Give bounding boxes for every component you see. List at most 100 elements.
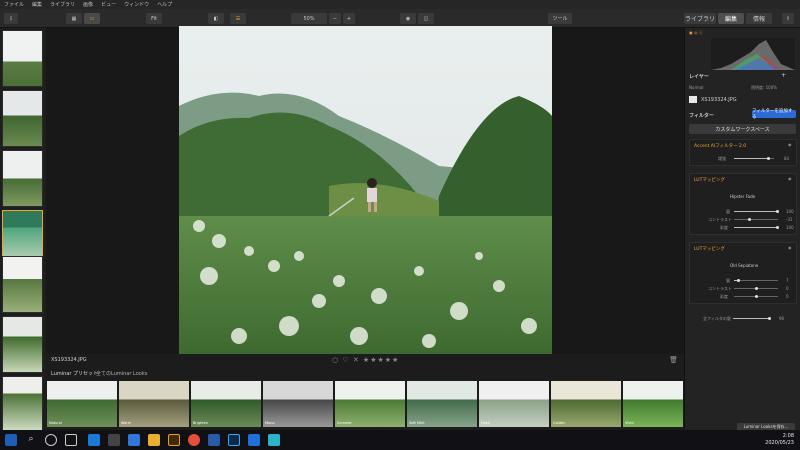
- tab-library[interactable]: ライブラリ: [684, 13, 716, 24]
- layer-name[interactable]: XS193324.JPG: [701, 97, 737, 103]
- zoom-fit-select[interactable]: Fit: [146, 13, 162, 24]
- menu-image[interactable]: 画像: [83, 1, 93, 8]
- main-photo[interactable]: [179, 26, 552, 354]
- blend-mode-select[interactable]: Normal: [689, 85, 703, 90]
- preset-thumbnail[interactable]: Natural: [47, 381, 117, 427]
- luminar-icon[interactable]: [208, 434, 220, 446]
- photoshop-icon[interactable]: [228, 434, 240, 446]
- add-filter-button[interactable]: フィルターを追加する: [752, 109, 796, 120]
- lut-select[interactable]: Hipster Fade: [730, 194, 755, 199]
- task-view-icon[interactable]: [65, 434, 77, 446]
- filmstrip-toggle-icon[interactable]: ☰: [230, 13, 246, 24]
- slider-label: 増強: [718, 156, 726, 161]
- preset-thumbnail[interactable]: Golden: [551, 381, 621, 427]
- visibility-eye-icon[interactable]: ◉: [788, 142, 792, 147]
- slider-value: 0: [786, 286, 789, 291]
- photos-icon[interactable]: [248, 434, 260, 446]
- slider-knob[interactable]: [767, 157, 770, 160]
- slider-value: 100: [786, 209, 794, 214]
- import-icon[interactable]: ⇩: [4, 13, 18, 24]
- menu-view[interactable]: ビュー: [101, 1, 116, 8]
- menu-help[interactable]: ヘルプ: [157, 1, 172, 8]
- adjustments-panel: ▣ ◎ ⓘ レイヤー + Normal 透明度: 100% XS193324.J…: [684, 28, 800, 431]
- cortana-icon[interactable]: [45, 434, 57, 446]
- luminar-window: ファイル 編集 ライブラリ 画像 ビュー ウィンドウ ヘルプ ⇩ ▦ ▭ Fit…: [0, 0, 800, 450]
- share-icon[interactable]: ⇪: [782, 13, 794, 24]
- clock-date: 2020/05/23: [765, 440, 794, 446]
- photo-filename: XS193324.JPG: [51, 357, 87, 363]
- presets-title: Luminar プリセット: [51, 371, 99, 377]
- menu-library[interactable]: ライブラリ: [50, 1, 75, 8]
- preset-thumbnail[interactable]: Vivid: [623, 381, 683, 427]
- visibility-eye-icon[interactable]: ◉: [788, 245, 792, 250]
- windows-start-icon[interactable]: [5, 434, 17, 446]
- search-icon[interactable]: ⌕: [25, 434, 37, 446]
- slider-knob[interactable]: [737, 279, 740, 282]
- tab-info[interactable]: 情報: [746, 13, 772, 24]
- zoom-in-button[interactable]: +: [343, 13, 355, 24]
- slider-knob[interactable]: [755, 287, 758, 290]
- tab-edit[interactable]: 編集: [718, 13, 744, 24]
- film-thumbnail[interactable]: [2, 316, 43, 373]
- trash-icon[interactable]: 🗑: [669, 356, 678, 364]
- contrast-slider[interactable]: [734, 219, 778, 220]
- preset-thumbnail[interactable]: Haze: [479, 381, 549, 427]
- lut-mapping-title[interactable]: LUTマッピング: [694, 246, 725, 252]
- edge-icon[interactable]: [88, 434, 100, 446]
- film-thumbnail[interactable]: [2, 256, 43, 313]
- mail-icon[interactable]: [128, 434, 140, 446]
- lut-mapping-title[interactable]: LUTマッピング: [694, 177, 725, 183]
- layer-thumbnail[interactable]: [689, 96, 697, 103]
- preset-thumbnail[interactable]: Warm: [119, 381, 189, 427]
- slider-knob[interactable]: [748, 218, 751, 221]
- visibility-eye-icon[interactable]: ◉: [788, 176, 792, 181]
- slider-knob[interactable]: [776, 226, 779, 229]
- accent-ai-title[interactable]: Accent AIフィルター 2.0: [694, 143, 746, 149]
- zoom-out-button[interactable]: −: [329, 13, 341, 24]
- slider-label: 彩度: [720, 225, 728, 230]
- zoom-select[interactable]: 50%: [291, 13, 327, 24]
- rating-controls[interactable]: ○ ♡ ✕ ★★★★★: [332, 356, 399, 364]
- eye-icon[interactable]: ◉: [400, 13, 416, 24]
- chrome-icon[interactable]: [188, 434, 200, 446]
- slider-knob[interactable]: [755, 295, 758, 298]
- illustrator-icon[interactable]: [168, 434, 180, 446]
- slider-value: -31: [786, 217, 793, 222]
- slider-label: 量: [726, 209, 730, 214]
- histogram: [711, 38, 795, 70]
- tools-select[interactable]: ツール: [548, 13, 572, 24]
- windows-taskbar: ⌕ 2:08 2020/05/23: [0, 430, 800, 450]
- compare-icon[interactable]: ◫: [418, 13, 434, 24]
- slider-value: 7: [786, 278, 789, 283]
- lut-mapping-section: LUTマッピング ◉ Old Sepiatone 量 7 コントラスト 0 彩度…: [689, 242, 797, 304]
- film-thumbnail[interactable]: [2, 376, 43, 430]
- menu-edit[interactable]: 編集: [32, 1, 42, 8]
- slider-knob[interactable]: [776, 210, 779, 213]
- canvas-tool-icon[interactable]: ▣ ◎ ⓘ: [689, 30, 703, 36]
- film-thumbnail[interactable]: [2, 150, 43, 207]
- preset-thumbnail[interactable]: Summer: [335, 381, 405, 427]
- menu-file[interactable]: ファイル: [4, 1, 24, 8]
- menu-window[interactable]: ウィンドウ: [124, 1, 149, 8]
- lut-select[interactable]: Old Sepiatone: [730, 263, 758, 268]
- slider-label: コントラスト: [708, 286, 732, 291]
- film-thumbnail[interactable]: [2, 30, 43, 87]
- film-thumbnail[interactable]: [2, 90, 43, 147]
- sidebar-toggle-icon[interactable]: ◧: [208, 13, 224, 24]
- preset-thumbnail[interactable]: Mono: [263, 381, 333, 427]
- amount-slider[interactable]: [734, 280, 778, 281]
- preset-thumbnail[interactable]: Brighten: [191, 381, 261, 427]
- app-icon[interactable]: [268, 434, 280, 446]
- opacity-select[interactable]: 透明度: 100%: [751, 85, 777, 91]
- explorer-icon[interactable]: [148, 434, 160, 446]
- workspace-select[interactable]: カスタムワークスペース: [689, 124, 796, 134]
- preset-thumbnail[interactable]: Soft Mint: [407, 381, 477, 427]
- presets-category-select[interactable]: 全てのLuminar Looks: [96, 370, 147, 377]
- slider-knob[interactable]: [768, 317, 771, 320]
- single-view-icon[interactable]: ▭: [84, 13, 100, 24]
- store-icon[interactable]: [108, 434, 120, 446]
- add-layer-icon[interactable]: +: [781, 72, 786, 79]
- image-canvas[interactable]: [46, 26, 684, 354]
- grid-view-icon[interactable]: ▦: [66, 13, 82, 24]
- taskbar-clock[interactable]: 2:08 2020/05/23: [765, 433, 794, 447]
